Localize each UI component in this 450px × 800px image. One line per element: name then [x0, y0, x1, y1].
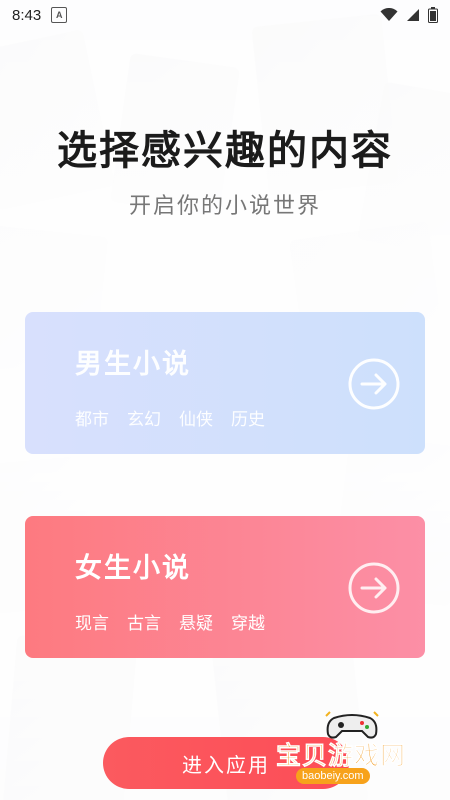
female-novel-title: 女生小说 — [75, 553, 191, 584]
genre-tag: 历史 — [231, 410, 265, 430]
genre-tag: 都市 — [75, 410, 109, 430]
page-title: 选择感兴趣的内容 — [57, 128, 393, 174]
genre-tag: 古言 — [127, 614, 161, 634]
battery-icon — [428, 7, 438, 23]
status-icons — [380, 7, 438, 23]
genre-tag: 穿越 — [231, 614, 265, 634]
watermark-logo: 宝贝游戏网 baobeiy.com — [276, 708, 446, 784]
arrow-right-circle-icon — [348, 562, 400, 614]
male-novel-card[interactable]: 男生小说 都市 玄幻 仙侠 历史 — [25, 312, 425, 454]
male-novel-tags: 都市 玄幻 仙侠 历史 — [75, 405, 375, 430]
genre-tag: 悬疑 — [179, 614, 213, 634]
watermark-text: 宝贝游戏网 — [276, 741, 407, 771]
arrow-right-circle-icon — [348, 358, 400, 410]
genre-tag: 仙侠 — [179, 410, 213, 430]
status-bar: 8:43 A — [0, 0, 450, 30]
signal-icon — [407, 9, 419, 21]
interest-selection-screen: 选择感兴趣的内容 开启你的小说世界 男生小说 都市 玄幻 仙侠 历史 女生小说 … — [0, 0, 450, 800]
male-novel-title: 男生小说 — [75, 349, 191, 380]
wifi-icon — [380, 8, 398, 21]
watermark-url: baobeiy.com — [296, 768, 370, 784]
enter-app-label: 进入应用 — [182, 752, 270, 777]
female-novel-tags: 现言 古言 悬疑 穿越 — [75, 609, 375, 634]
page-subtitle: 开启你的小说世界 — [128, 194, 321, 219]
female-novel-card[interactable]: 女生小说 现言 古言 悬疑 穿越 — [25, 516, 425, 658]
genre-tag: 现言 — [75, 614, 109, 634]
genre-tag: 玄幻 — [127, 410, 161, 430]
status-time: 8:43 — [12, 6, 42, 24]
notification-icon: A — [51, 7, 68, 23]
